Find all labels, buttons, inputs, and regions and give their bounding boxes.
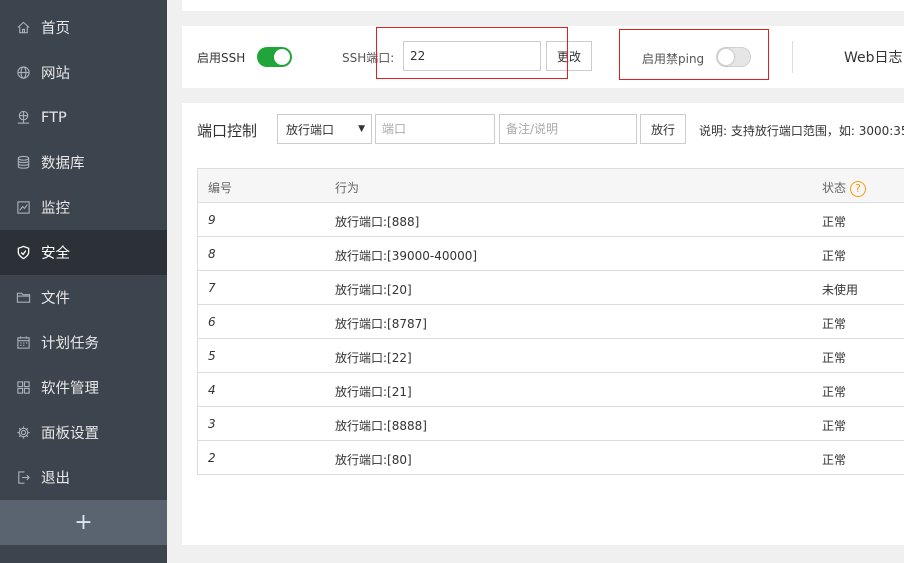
home-icon (15, 20, 31, 36)
sidebar-item-cron[interactable]: 计划任务 (0, 320, 167, 365)
sidebar-item-software[interactable]: 软件管理 (0, 365, 167, 410)
ssh-enable-label: 启用SSH (197, 51, 246, 65)
header-action: 行为 (335, 181, 360, 195)
sidebar-item-ftp[interactable]: FTP (0, 95, 167, 140)
port-control-panel: 端口控制 放行端口 ▼ 放行 说明: 支持放行端口范围，如: 3000:350 … (182, 103, 904, 545)
sidebar-nav: 首页 网站 FTP 数据库 监控 安全 文件 计划任务 软件管理 面板设置 退出 (0, 5, 167, 500)
row-status: 正常 (822, 317, 847, 331)
top-panel-edge (182, 0, 904, 11)
row-status: 正常 (822, 215, 847, 229)
calendar-icon (15, 335, 31, 351)
rule-type-select[interactable]: 放行端口 ▼ (277, 114, 372, 144)
table-row[interactable]: 6 放行端口:[8787] 正常 (198, 305, 904, 339)
rule-type-value: 放行端口 (286, 122, 335, 137)
row-action: 放行端口:[80] (335, 453, 412, 467)
row-action: 放行端口:[8787] (335, 317, 427, 331)
ftp-icon (15, 110, 31, 126)
sidebar: 首页 网站 FTP 数据库 监控 安全 文件 计划任务 软件管理 面板设置 退出… (0, 0, 167, 563)
sidebar-item-label: 首页 (41, 21, 70, 37)
ssh-port-input[interactable] (403, 41, 541, 71)
sidebar-item-label: FTP (41, 109, 67, 126)
ping-label: 启用禁ping (642, 52, 705, 66)
gear-icon (15, 425, 31, 441)
row-status: 正常 (822, 249, 847, 263)
row-id: 4 (208, 383, 216, 397)
header-status: 状态? (822, 179, 867, 197)
database-icon (15, 155, 31, 171)
sidebar-item-label: 文件 (41, 291, 70, 307)
row-id: 6 (208, 315, 216, 329)
sidebar-item-label: 数据库 (41, 156, 85, 172)
row-status: 正常 (822, 419, 847, 433)
sidebar-item-files[interactable]: 文件 (0, 275, 167, 320)
port-rules-table: 编号 行为 状态? 9 放行端口:[888] 正常 8 放行端口:[39000-… (197, 168, 904, 475)
monitor-icon (15, 200, 31, 216)
web-log-link[interactable]: Web日志 (844, 47, 903, 67)
change-port-button[interactable]: 更改 (546, 41, 592, 71)
sidebar-item-label: 退出 (41, 471, 70, 487)
add-shortcut-button[interactable]: + (0, 500, 167, 545)
table-row[interactable]: 8 放行端口:[39000-40000] 正常 (198, 237, 904, 271)
row-status: 正常 (822, 453, 847, 467)
row-status: 正常 (822, 351, 847, 365)
row-action: 放行端口:[20] (335, 283, 412, 297)
table-row[interactable]: 5 放行端口:[22] 正常 (198, 339, 904, 373)
row-id: 8 (208, 247, 216, 261)
row-id: 9 (208, 213, 216, 227)
ssh-settings-bar: 启用SSH SSH端口: 更改 启用禁ping Web日志 (182, 26, 904, 88)
table-row[interactable]: 2 放行端口:[80] 正常 (198, 441, 904, 475)
logout-icon (15, 470, 31, 486)
sidebar-item-label: 面板设置 (41, 426, 99, 442)
ssh-port-label: SSH端口: (342, 51, 395, 65)
row-id: 5 (208, 349, 216, 363)
folder-icon (15, 290, 31, 306)
row-action: 放行端口:[8888] (335, 419, 427, 433)
sidebar-item-label: 安全 (41, 246, 70, 262)
port-range-hint: 说明: 支持放行端口范围，如: 3000:350 (699, 124, 904, 138)
row-status: 未使用 (822, 283, 859, 297)
port-input[interactable] (375, 114, 495, 144)
sidebar-item-monitor[interactable]: 监控 (0, 185, 167, 230)
row-status: 正常 (822, 385, 847, 399)
ping-toggle[interactable] (716, 47, 751, 67)
sidebar-item-logout[interactable]: 退出 (0, 455, 167, 500)
sidebar-item-database[interactable]: 数据库 (0, 140, 167, 185)
header-status-label: 状态 (822, 181, 847, 195)
allow-port-button[interactable]: 放行 (640, 114, 686, 144)
row-action: 放行端口:[21] (335, 385, 412, 399)
row-id: 2 (208, 451, 216, 465)
table-header: 编号 行为 状态? (198, 169, 904, 203)
divider (792, 41, 793, 73)
table-row[interactable]: 4 放行端口:[21] 正常 (198, 373, 904, 407)
sidebar-item-security[interactable]: 安全 (0, 230, 167, 275)
dropdown-arrow-icon: ▼ (358, 124, 365, 134)
header-id: 编号 (208, 181, 233, 195)
sidebar-item-label: 监控 (41, 201, 70, 217)
sidebar-item-settings[interactable]: 面板设置 (0, 410, 167, 455)
sidebar-footer (0, 545, 167, 563)
table-row[interactable]: 3 放行端口:[8888] 正常 (198, 407, 904, 441)
sidebar-item-label: 软件管理 (41, 381, 99, 397)
row-action: 放行端口:[22] (335, 351, 412, 365)
grid-icon (15, 380, 31, 396)
globe-icon (15, 65, 31, 81)
port-control-title: 端口控制 (197, 122, 258, 140)
toggle-knob (274, 49, 290, 65)
row-id: 3 (208, 417, 216, 431)
sidebar-item-home[interactable]: 首页 (0, 5, 167, 50)
note-input[interactable] (499, 114, 637, 144)
help-icon[interactable]: ? (850, 180, 867, 197)
row-action: 放行端口:[39000-40000] (335, 249, 478, 263)
sidebar-item-label: 网站 (41, 66, 70, 82)
table-row[interactable]: 9 放行端口:[888] 正常 (198, 203, 904, 237)
shield-icon (15, 245, 31, 261)
ssh-toggle[interactable] (257, 47, 292, 67)
row-id: 7 (208, 281, 216, 295)
sidebar-item-website[interactable]: 网站 (0, 50, 167, 95)
row-action: 放行端口:[888] (335, 215, 420, 229)
table-row[interactable]: 7 放行端口:[20] 未使用 (198, 271, 904, 305)
sidebar-item-label: 计划任务 (41, 336, 99, 352)
toggle-knob (718, 49, 734, 65)
